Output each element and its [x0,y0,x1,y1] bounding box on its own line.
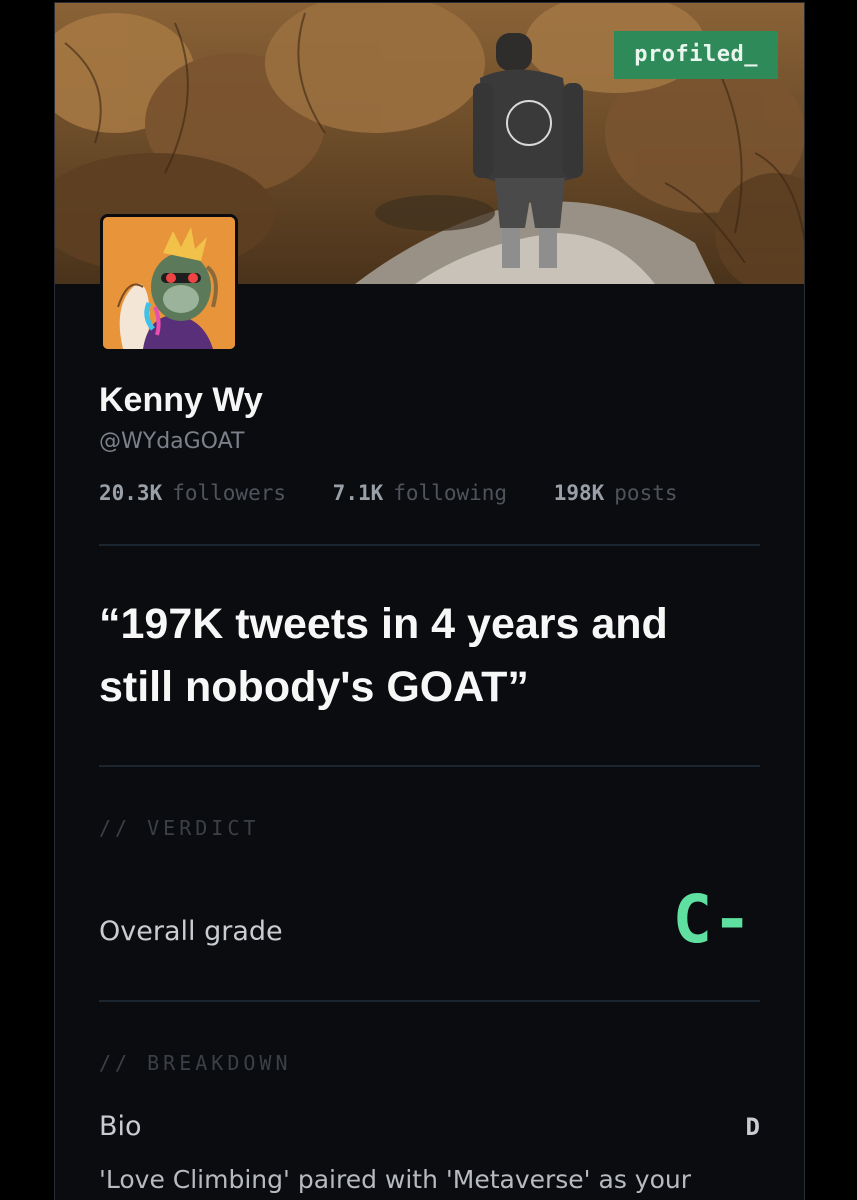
overall-grade-value: C- [672,881,752,958]
stat-followers[interactable]: 20.3K followers [99,481,286,505]
breakdown-item-label: Bio [99,1111,142,1142]
stat-followers-value: 20.3K [99,481,163,505]
stat-posts-label: posts [614,481,678,505]
stat-followers-label: followers [172,481,287,505]
stat-following-label: following [393,481,508,505]
divider [99,544,760,546]
breakdown-section-label: // BREAKDOWN [99,1051,292,1075]
stat-posts-value: 198K [553,481,605,505]
roast-quote: “197K tweets in 4 years and still nobody… [99,600,668,711]
stat-following[interactable]: 7.1K following [333,481,507,505]
profile-name: Kenny Wy [99,381,263,419]
breakdown-item-grade: D [745,1113,760,1141]
stat-following-value: 7.1K [332,481,384,505]
profile-card: profiled_ Kenny Wy @WYdaGOAT 20.3K follow… [54,2,805,1200]
profile-handle[interactable]: @WYdaGOAT [99,429,244,454]
divider [99,765,760,767]
verdict-section-label: // VERDICT [99,816,260,840]
avatar[interactable] [100,214,238,352]
profile-stats: 20.3K followers 7.1K following 198K posts [99,481,712,505]
divider [99,1000,760,1002]
stat-posts[interactable]: 198K posts [554,481,678,505]
overall-grade-label: Overall grade [99,916,283,947]
ape-avatar-icon [103,217,235,349]
profiled-logo-badge[interactable]: profiled_ [614,31,778,79]
breakdown-item-text: 'Love Climbing' paired with 'Metaverse' … [99,1165,692,1194]
